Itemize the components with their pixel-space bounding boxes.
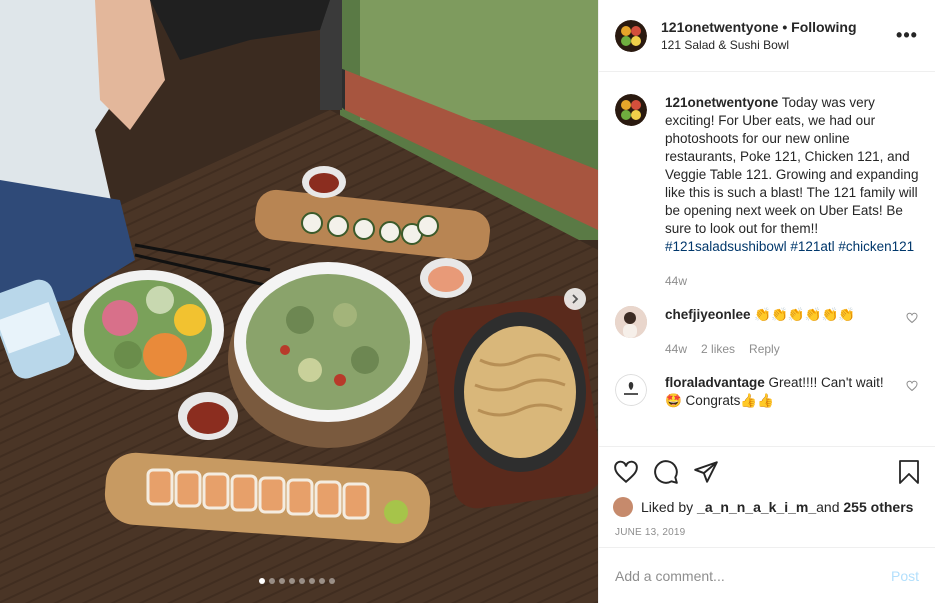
caption: 121onetwentyone Today was very exciting!… (615, 94, 919, 290)
comment-text-block: floraladvantage Great!!!! Can't wait!🤩 C… (665, 374, 897, 410)
add-comment-bar: Post (599, 547, 935, 603)
comment-input[interactable] (615, 567, 891, 584)
comment-item: floraladvantage Great!!!! Can't wait!🤩 C… (615, 374, 919, 410)
comment-text-block: chefjiyeonlee 👏👏👏👏👏👏 (665, 306, 897, 324)
post-date[interactable]: JUNE 13, 2019 (615, 527, 921, 538)
carousel-dot (319, 578, 325, 584)
avatar[interactable] (615, 374, 647, 406)
comment-time[interactable]: 44w (665, 340, 687, 358)
header-line: 121onetwentyone • Following (661, 19, 895, 35)
header-separator: • (778, 19, 792, 35)
like-heart-icon[interactable] (613, 459, 639, 485)
liker-avatar[interactable] (613, 497, 633, 517)
location-link[interactable]: 121 Salad & Sushi Bowl (661, 38, 895, 52)
follow-status[interactable]: Following (791, 19, 856, 35)
caption-text: Today was very exciting! For Uber eats, … (665, 95, 919, 236)
carousel-dot (329, 578, 335, 584)
liked-by: Liked by _a_n_n_a_k_i_m_ and 255 others (613, 497, 921, 517)
comment-likes[interactable]: 2 likes (701, 340, 735, 358)
instagram-post: 121onetwentyone • Following 121 Salad & … (0, 0, 935, 603)
like-comment-heart-icon[interactable] (905, 380, 919, 392)
carousel-dot (269, 578, 275, 584)
carousel-indicator (259, 578, 335, 584)
comment-username[interactable]: floraladvantage (665, 375, 765, 390)
more-options-button[interactable]: ••• (895, 25, 919, 46)
post-actions: Liked by _a_n_n_a_k_i_m_ and 255 others … (599, 446, 935, 547)
caption-time[interactable]: 44w (665, 272, 687, 290)
food-photo-illustration (0, 0, 598, 603)
carousel-dot (309, 578, 315, 584)
caption-meta: 44w (665, 272, 919, 290)
chevron-right-icon (572, 294, 579, 304)
comment-item: chefjiyeonlee 👏👏👏👏👏👏 44w 2 likes Reply (615, 306, 919, 358)
liked-by-prefix: Liked by (641, 499, 694, 515)
liked-by-user[interactable]: _a_n_n_a_k_i_m_ (697, 499, 816, 515)
comment-bubble-icon[interactable] (653, 459, 679, 485)
post-comment-button[interactable]: Post (891, 568, 919, 584)
carousel-dot (289, 578, 295, 584)
avatar[interactable] (615, 19, 647, 52)
avatar[interactable] (615, 306, 647, 338)
carousel-dot (259, 578, 265, 584)
liked-by-others[interactable]: 255 others (843, 499, 913, 515)
caption-body: 121onetwentyone Today was very exciting!… (665, 94, 919, 290)
liked-by-mid: and (816, 499, 840, 515)
comment-body: chefjiyeonlee 👏👏👏👏👏👏 44w 2 likes Reply (665, 306, 897, 358)
post-header: 121onetwentyone • Following 121 Salad & … (599, 0, 935, 72)
caption-text-block: 121onetwentyone Today was very exciting!… (665, 94, 919, 256)
carousel-dot (299, 578, 305, 584)
next-photo-button[interactable] (564, 288, 586, 310)
avatar[interactable] (615, 94, 647, 126)
reply-button[interactable]: Reply (749, 340, 780, 358)
caption-hashtags[interactable]: #121saladsushibowl #121atl #chicken121 (665, 239, 914, 254)
post-photo[interactable] (0, 0, 598, 603)
action-icons (613, 457, 921, 487)
profile-logo-icon (615, 94, 647, 126)
comment-text: 👏👏👏👏👏👏 (750, 307, 856, 322)
carousel-dot (279, 578, 285, 584)
user-logo-icon (615, 374, 647, 406)
user-photo-icon (615, 306, 647, 338)
post-side-panel: 121onetwentyone • Following 121 Salad & … (598, 0, 935, 603)
share-plane-icon[interactable] (693, 459, 719, 485)
header-username[interactable]: 121onetwentyone (661, 19, 778, 35)
header-text: 121onetwentyone • Following 121 Salad & … (661, 19, 895, 52)
caption-username[interactable]: 121onetwentyone (665, 95, 778, 110)
like-comment-heart-icon[interactable] (905, 312, 919, 324)
profile-logo-icon (615, 19, 647, 52)
save-bookmark-icon[interactable] (897, 459, 921, 485)
comment-body: floraladvantage Great!!!! Can't wait!🤩 C… (665, 374, 897, 410)
comments-section: 121onetwentyone Today was very exciting!… (599, 72, 935, 446)
comment-username[interactable]: chefjiyeonlee (665, 307, 751, 322)
comment-meta: 44w 2 likes Reply (665, 340, 897, 358)
